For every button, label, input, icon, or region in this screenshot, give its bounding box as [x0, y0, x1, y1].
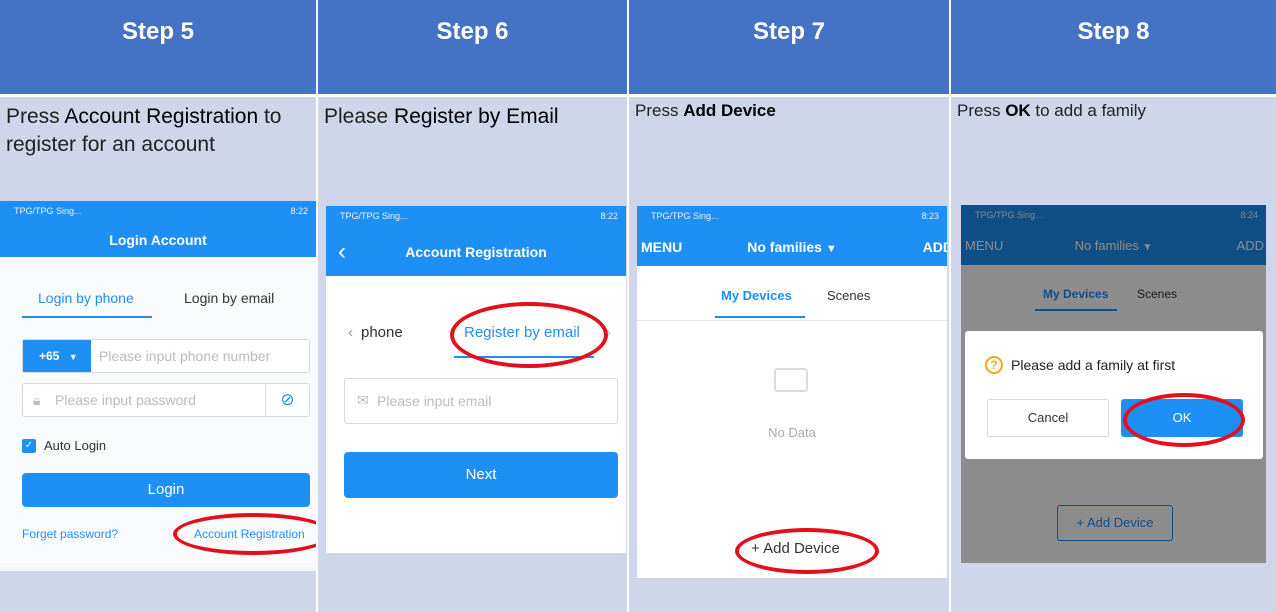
no-data-label: No Data: [768, 425, 816, 440]
step-5-header: Step 5: [0, 0, 316, 94]
login-screen: TPG/TPG Sing... 8:22 Login Account Login …: [0, 201, 316, 571]
forget-password-link[interactable]: Forget password?: [22, 527, 118, 541]
highlight-circle: [450, 302, 608, 368]
step-6-description: Please Register by Email: [324, 105, 559, 128]
tab-phone[interactable]: ‹ phone: [348, 324, 403, 341]
steps-table: Step 5 Press Account Registration to reg…: [0, 0, 1276, 612]
step-8-header: Step 8: [951, 0, 1276, 94]
tab-my-devices[interactable]: My Devices: [721, 288, 792, 303]
login-button[interactable]: Login: [22, 473, 310, 507]
step-8-column: Step 8 Press OK to add a family TPG/TPG …: [951, 0, 1276, 612]
tab-scenes[interactable]: Scenes: [827, 288, 870, 303]
family-selector[interactable]: No families ▼: [747, 239, 836, 255]
empty-inbox-icon: [774, 368, 808, 392]
step-5-title: Step 5: [121, 18, 195, 45]
step-7-title: Step 7: [752, 18, 826, 45]
dialog-screen: TPG/TPG Sing... 8:24 MENU No families ▼ A…: [961, 205, 1266, 563]
dialog-message: Please add a family at first: [1011, 357, 1176, 373]
step-7-keyword: Add Device: [683, 101, 776, 120]
tab-login-by-phone[interactable]: Login by phone: [38, 290, 134, 306]
status-bar: TPG/TPG Sing... 8:23: [637, 206, 947, 228]
phone-input[interactable]: Please input phone number: [99, 348, 270, 364]
step-6-body: Please Register by Email TPG/TPG Sing...…: [318, 97, 627, 612]
registration-screen: TPG/TPG Sing... 8:22 ‹ Account Registratio…: [326, 206, 626, 553]
step-7-description: Press Add Device: [635, 101, 776, 120]
step-5-description: Press Account Registration to register f…: [6, 105, 282, 156]
cancel-button[interactable]: Cancel: [987, 399, 1109, 437]
next-button[interactable]: Next: [344, 452, 618, 498]
step-5-keyword: Account Registration: [64, 105, 259, 128]
auto-login-checkbox[interactable]: ✓: [22, 439, 36, 453]
home-top-bar: MENU No families ▼ ADD: [637, 228, 947, 266]
lock-icon: 🔒︎: [33, 392, 41, 408]
step-6-title: Step 6: [436, 18, 509, 45]
registration-title: ‹ Account Registration: [326, 228, 626, 276]
tab-login-by-email[interactable]: Login by email: [184, 290, 274, 306]
country-code-select[interactable]: +65 ▼: [23, 340, 91, 372]
eye-hidden-icon[interactable]: ⊘: [265, 384, 309, 416]
step-5-body: Press Account Registration to register f…: [0, 97, 316, 612]
step-8-title: Step 8: [1077, 18, 1150, 45]
step-7-header: Step 7: [629, 0, 949, 94]
step-8-keyword: OK: [1005, 101, 1031, 120]
auto-login-label: Auto Login: [44, 438, 107, 453]
menu-button[interactable]: MENU: [641, 228, 682, 266]
highlight-circle: [1123, 393, 1245, 447]
mail-icon: ✉: [357, 392, 369, 408]
family-dialog: ? Please add a family at first Cancel OK: [965, 331, 1263, 459]
help-circle-icon: ?: [985, 356, 1003, 374]
step-8-description: Press OK to add a family: [957, 101, 1146, 120]
step-8-body: Press OK to add a family TPG/TPG Sing...…: [951, 97, 1276, 612]
status-bar: TPG/TPG Sing... 8:22: [326, 206, 626, 228]
home-screen: TPG/TPG Sing... 8:23 MENU No families ▼ A…: [637, 206, 947, 578]
chevron-down-icon: ▼: [68, 352, 78, 362]
email-field[interactable]: ✉ Please input email: [344, 378, 618, 424]
step-6-keyword: Register by Email: [394, 105, 559, 128]
tab-underline: [715, 316, 805, 318]
add-button[interactable]: ADD: [923, 228, 947, 266]
step-5-column: Step 5 Press Account Registration to reg…: [0, 0, 316, 612]
login-title: Login Account: [0, 223, 316, 257]
email-input[interactable]: Please input email: [377, 393, 491, 409]
password-field[interactable]: 🔒︎ Please input password ⊘: [22, 383, 310, 417]
step-7-body: Press Add Device TPG/TPG Sing... 8:23 MEN…: [629, 97, 949, 612]
password-input[interactable]: Please input password: [55, 392, 196, 408]
status-bar: TPG/TPG Sing... 8:22: [0, 201, 316, 223]
step-7-column: Step 7 Press Add Device TPG/TPG Sing... 8…: [629, 0, 949, 612]
back-chevron-icon[interactable]: ‹: [338, 228, 346, 276]
highlight-circle: [735, 528, 879, 574]
caret-down-icon: ▼: [825, 243, 837, 255]
step-6-column: Step 6 Please Register by Email TPG/TPG …: [318, 0, 627, 612]
tab-underline: [22, 316, 152, 318]
phone-field[interactable]: +65 ▼ Please input phone number: [22, 339, 310, 373]
step-6-header: Step 6: [318, 0, 627, 94]
